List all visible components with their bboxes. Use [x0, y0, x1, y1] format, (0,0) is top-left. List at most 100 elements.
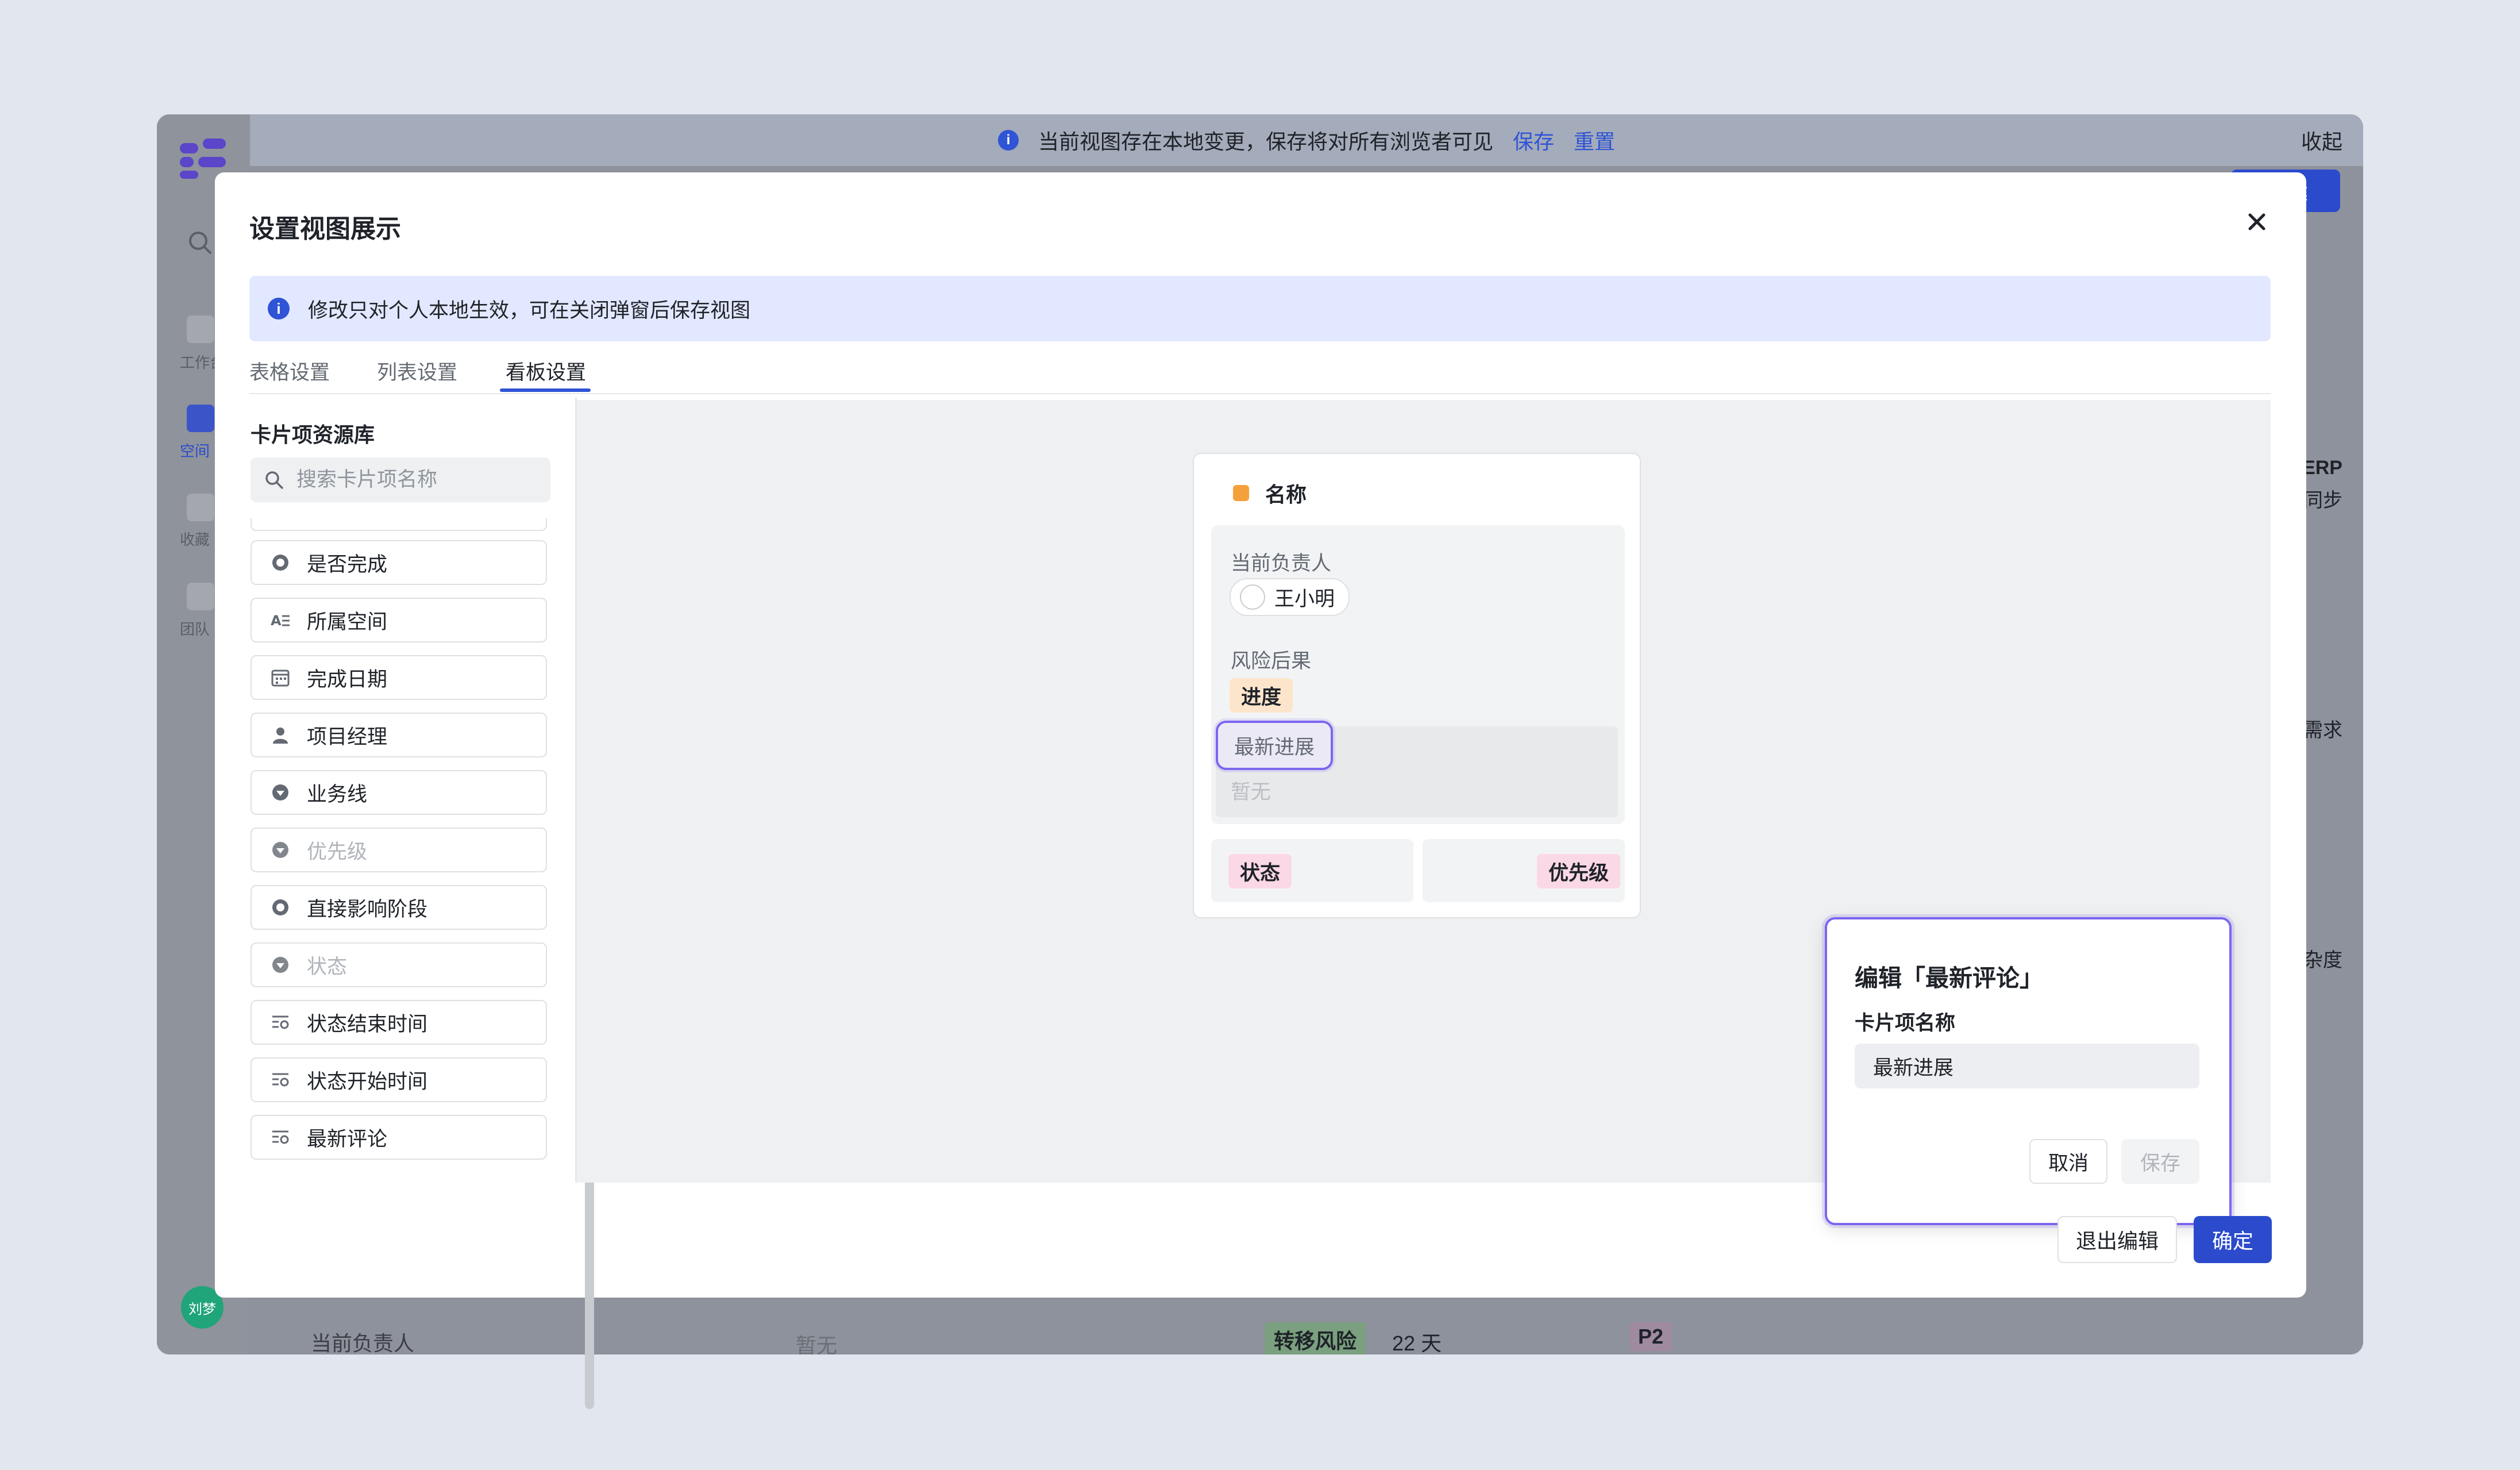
view-settings-modal: 设置视图展示 i 修改只对个人本地生效，可在关闭弹窗后保存视图 表格设置 列表设…: [215, 172, 2306, 1409]
circle-icon: [270, 552, 291, 573]
library-item[interactable]: 优先级: [251, 828, 547, 872]
sidebar-label-team: 团队: [180, 621, 210, 638]
banner-message: 当前视图存在本地变更，保存将对所有浏览者可见: [1038, 130, 1493, 153]
bg-text-demand: 需求: [2303, 719, 2342, 741]
save-button[interactable]: 保存: [2121, 1139, 2199, 1184]
risk-tag: 进度: [1230, 678, 1293, 713]
user-avatar-icon: [1240, 584, 1265, 610]
banner-save-link[interactable]: 保存: [1513, 125, 1554, 155]
search-icon[interactable]: [187, 229, 214, 257]
card-header: 名称: [1233, 478, 1307, 508]
library-item-label: 业务线: [307, 783, 368, 806]
library-item[interactable]: 状态结束时间: [251, 1000, 547, 1045]
status-tag: 状态: [1228, 854, 1292, 888]
text-align-icon: A: [270, 610, 291, 630]
banner-reset-link[interactable]: 重置: [1574, 125, 1615, 155]
bg-cell-priority: P2: [1630, 1322, 1672, 1351]
library-item[interactable]: 业务线: [251, 770, 547, 815]
library-item[interactable]: 状态开始时间: [251, 1057, 547, 1102]
close-icon[interactable]: [2243, 208, 2271, 236]
svg-text:A: A: [271, 613, 282, 629]
formula-icon: [270, 1069, 291, 1090]
formula-icon: [270, 1127, 291, 1148]
library-search[interactable]: [251, 457, 550, 502]
library-item-label: 优先级: [307, 840, 368, 863]
dropdown-circle-icon: [270, 955, 291, 975]
star-icon[interactable]: [187, 494, 214, 521]
settings-tabs: 表格设置 列表设置 看板设置: [249, 353, 2271, 394]
bg-cell-owner: 当前负责人: [311, 1332, 415, 1354]
tab-board-settings[interactable]: 看板设置: [506, 356, 586, 386]
library-item[interactable]: 最新评论: [251, 1115, 547, 1160]
card-item-library: 卡片项资源库 是否完成 A 所属空间完成日期项目经理业务线优先级直接影响阶段状态状态…: [249, 398, 594, 1409]
home-icon[interactable]: [187, 315, 214, 343]
bg-text-complexity: 杂度: [2303, 949, 2342, 971]
bg-cell-risk: 转移风险: [1265, 1322, 1366, 1354]
owner-chip: 王小明: [1230, 578, 1350, 616]
calendar-icon: [270, 667, 291, 688]
field-owner-label[interactable]: 当前负责人: [1231, 547, 1331, 576]
library-item-label: 项目经理: [307, 725, 388, 748]
bg-cell-days: 22 天: [1392, 1332, 1442, 1354]
edit-field-popover: 编辑「最新评论」 卡片项名称 取消 保存: [1825, 917, 2232, 1225]
popover-field-label: 卡片项名称: [1855, 1012, 1956, 1034]
active-tab-indicator: [500, 388, 591, 392]
notice-text: 修改只对个人本地生效，可在关闭弹窗后保存视图: [308, 299, 751, 322]
field-risk-label[interactable]: 风险后果: [1231, 645, 1311, 674]
library-item[interactable]: 项目经理: [251, 713, 547, 757]
library-item-label: 状态开始时间: [307, 1070, 428, 1093]
owner-name: 王小明: [1274, 587, 1335, 610]
confirm-button[interactable]: 确定: [2194, 1216, 2272, 1263]
team-icon[interactable]: [187, 583, 214, 610]
list-item-partial[interactable]: [251, 518, 547, 531]
library-list: 是否完成 A 所属空间完成日期项目经理业务线优先级直接影响阶段 状态状态结束时间 状态开…: [251, 518, 550, 1179]
library-item[interactable]: 状态: [251, 942, 547, 987]
priority-tag: 优先级: [1536, 854, 1620, 888]
banner-collapse-button[interactable]: 收起: [2301, 125, 2342, 155]
library-item-label: 状态: [307, 955, 348, 978]
cancel-button[interactable]: 取消: [2029, 1139, 2107, 1184]
tab-table-settings[interactable]: 表格设置: [249, 356, 330, 386]
preview-card: 名称 当前负责人 王小明 风险后果 进度 最新进展 暂无 状态 优先级: [1193, 453, 1641, 918]
dropdown-circle-icon: [270, 782, 291, 803]
library-item-label: 状态结束时间: [307, 1013, 428, 1036]
info-icon: i: [268, 298, 290, 320]
library-item[interactable]: A 所属空间: [251, 598, 547, 642]
exit-edit-button[interactable]: 退出编辑: [2057, 1216, 2177, 1263]
card-footer-right[interactable]: 优先级: [1423, 839, 1625, 902]
field-name-input[interactable]: [1855, 1044, 2199, 1088]
app-logo: [180, 138, 226, 179]
tab-list-settings[interactable]: 列表设置: [377, 356, 457, 386]
library-item-label: 最新评论: [307, 1127, 388, 1150]
library-title: 卡片项资源库: [251, 423, 375, 447]
sidebar-label-space: 空间: [180, 442, 210, 460]
card-color-dot: [1233, 485, 1249, 501]
library-item[interactable]: 是否完成: [251, 540, 547, 585]
search-input[interactable]: [295, 468, 527, 492]
person-icon: [270, 725, 291, 745]
card-title: 名称: [1265, 483, 1307, 506]
bg-text-erp: ERP: [2302, 457, 2342, 479]
library-item-label: 是否完成: [307, 553, 388, 576]
popover-title: 编辑「最新评论」: [1855, 965, 2043, 991]
dropdown-circle-icon: [270, 840, 291, 860]
circle-icon: [270, 897, 291, 918]
bg-cell-none: 暂无: [796, 1334, 838, 1354]
field-latest-value: 暂无: [1231, 781, 1271, 803]
card-footer-left[interactable]: 状态: [1211, 839, 1413, 902]
space-icon[interactable]: [187, 405, 214, 432]
card-body: 当前负责人 王小明 风险后果 进度 最新进展 暂无: [1211, 525, 1625, 824]
field-latest-label[interactable]: 最新进展: [1216, 721, 1334, 770]
bg-text-sync: 同步: [2303, 490, 2342, 511]
notice-bar: i 修改只对个人本地生效，可在关闭弹窗后保存视图: [249, 276, 2271, 341]
info-icon: i: [997, 130, 1019, 151]
formula-icon: [270, 1012, 291, 1033]
sidebar-label-favorites: 收藏: [180, 531, 210, 548]
modal-title: 设置视图展示: [249, 215, 401, 243]
library-item[interactable]: 直接影响阶段: [251, 885, 547, 930]
library-item-label: 所属空间: [307, 610, 388, 633]
local-change-banner: i 当前视图存在本地变更，保存将对所有浏览者可见 保存 重置 收起: [250, 114, 2363, 166]
library-item[interactable]: 完成日期: [251, 655, 547, 700]
search-icon: [265, 471, 283, 489]
library-item-label: 直接影响阶段: [307, 898, 428, 921]
